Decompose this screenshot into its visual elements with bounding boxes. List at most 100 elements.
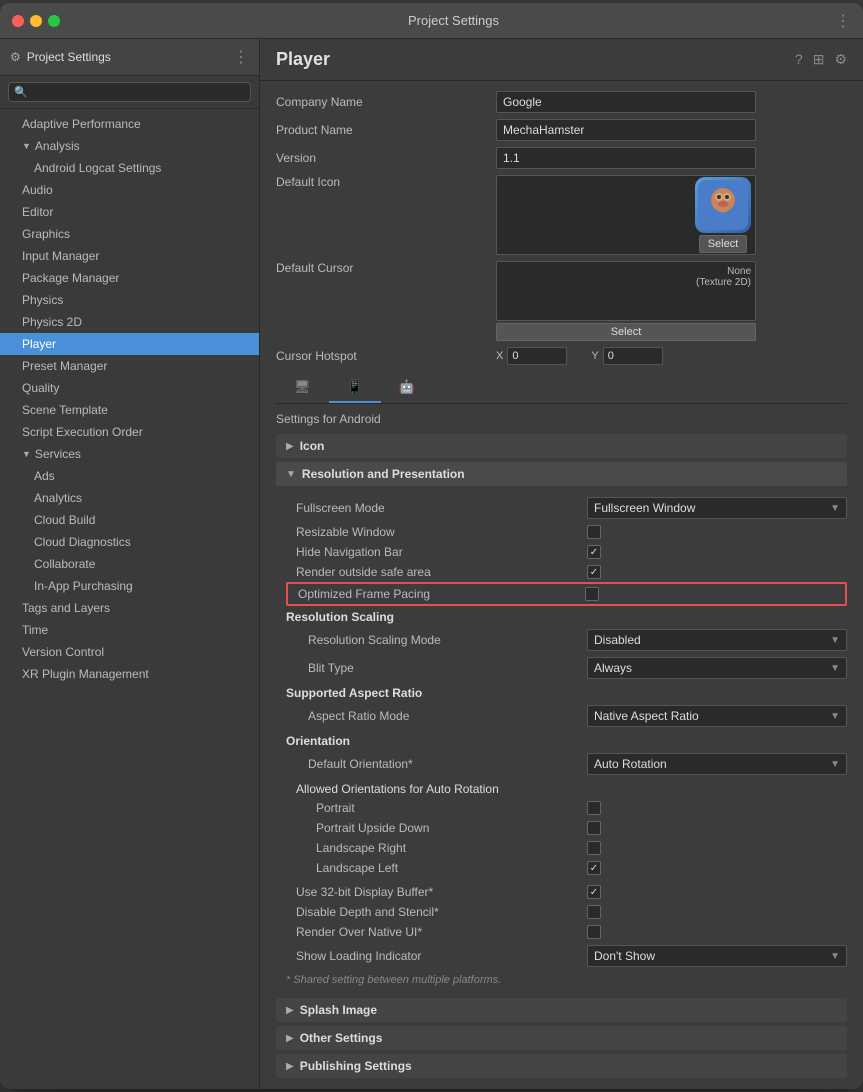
optimized-frame-pacing-label: Optimized Frame Pacing (288, 587, 585, 601)
sidebar-item-analysis[interactable]: ▼ Analysis (0, 135, 259, 157)
sidebar-item-input-manager[interactable]: Input Manager (0, 245, 259, 267)
dropdown-arrow: ▼ (830, 951, 840, 962)
landscape-left-label: Landscape Left (286, 861, 587, 875)
disable-depth-checkbox[interactable] (587, 905, 601, 919)
landscape-right-checkbox[interactable] (587, 841, 601, 855)
aspect-ratio-mode-dropdown[interactable]: Native Aspect Ratio ▼ (587, 705, 847, 727)
sidebar-item-version-control[interactable]: Version Control (0, 641, 259, 663)
publishing-settings-title: Publishing Settings (300, 1059, 412, 1073)
hide-nav-bar-checkbox[interactable] (587, 545, 601, 559)
sidebar-label: Adaptive Performance (22, 117, 141, 131)
sidebar-label: Script Execution Order (22, 425, 143, 439)
sidebar-item-scene-template[interactable]: Scene Template (0, 399, 259, 421)
sidebar-item-preset-manager[interactable]: Preset Manager (0, 355, 259, 377)
show-loading-dropdown[interactable]: Don't Show ▼ (587, 945, 847, 967)
window-menu[interactable]: ⋮ (835, 11, 851, 31)
landscape-left-checkbox[interactable] (587, 861, 601, 875)
product-name-row: Product Name (276, 119, 847, 141)
resolution-scaling-mode-dropdown[interactable]: Disabled ▼ (587, 629, 847, 651)
sidebar-item-graphics[interactable]: Graphics (0, 223, 259, 245)
sidebar-label: Player (22, 337, 56, 351)
publishing-settings-section-header[interactable]: ▶ Publishing Settings (276, 1054, 847, 1078)
render-over-native-checkbox[interactable] (587, 925, 601, 939)
sidebar-label: Package Manager (22, 271, 119, 285)
main-panel: Player ? ⊞ ⚙ Company Name Product Name (260, 39, 863, 1089)
splash-image-section-header[interactable]: ▶ Splash Image (276, 998, 847, 1022)
sidebar-menu-icon[interactable]: ⋮ (233, 47, 249, 67)
sidebar-item-physics-2d[interactable]: Physics 2D (0, 311, 259, 333)
icon-section-arrow: ▶ (286, 441, 294, 452)
sidebar-item-android-logcat[interactable]: Android Logcat Settings (0, 157, 259, 179)
help-icon[interactable]: ? (795, 51, 803, 68)
resizable-window-checkbox[interactable] (587, 525, 601, 539)
sidebar-item-xr-plugin-management[interactable]: XR Plugin Management (0, 663, 259, 685)
sidebar-item-player[interactable]: Player (0, 333, 259, 355)
sidebar-item-editor[interactable]: Editor (0, 201, 259, 223)
sidebar-label: Time (22, 623, 48, 637)
resolution-section-arrow: ▼ (286, 469, 296, 480)
optimized-frame-pacing-checkbox[interactable] (585, 587, 599, 601)
sidebar-label: Scene Template (22, 403, 108, 417)
sidebar-item-tags-and-layers[interactable]: Tags and Layers (0, 597, 259, 619)
search-input[interactable] (8, 82, 251, 102)
blit-type-dropdown[interactable]: Always ▼ (587, 657, 847, 679)
hotspot-y-field: Y (591, 347, 662, 365)
expand-arrow: ▼ (22, 449, 31, 459)
tab-desktop[interactable]: 🖥 (276, 373, 329, 403)
sidebar-label: Analysis (35, 139, 80, 153)
layout-icon[interactable]: ⊞ (813, 51, 825, 68)
render-outside-safe-row: Render outside safe area (286, 562, 847, 582)
dropdown-arrow: ▼ (830, 503, 840, 514)
fullscreen-mode-dropdown[interactable]: Fullscreen Window ▼ (587, 497, 847, 519)
sidebar-item-physics[interactable]: Physics (0, 289, 259, 311)
minimize-button[interactable] (30, 15, 42, 27)
sidebar-label: Services (35, 447, 81, 461)
hotspot-y-input[interactable] (603, 347, 663, 365)
icon-section-header[interactable]: ▶ Icon (276, 434, 847, 458)
settings-icon[interactable]: ⚙ (834, 51, 847, 68)
sidebar-item-package-manager[interactable]: Package Manager (0, 267, 259, 289)
hotspot-x-input[interactable] (507, 347, 567, 365)
resizable-window-label: Resizable Window (286, 525, 587, 539)
portrait-checkbox[interactable] (587, 801, 601, 815)
render-outside-safe-checkbox[interactable] (587, 565, 601, 579)
sidebar-item-time[interactable]: Time (0, 619, 259, 641)
disable-depth-row: Disable Depth and Stencil* (286, 902, 847, 922)
resolution-section-header[interactable]: ▼ Resolution and Presentation (276, 462, 847, 486)
sidebar-item-collaborate[interactable]: Collaborate (0, 553, 259, 575)
maximize-button[interactable] (48, 15, 60, 27)
landscape-right-value (587, 841, 847, 855)
sidebar-item-in-app-purchasing[interactable]: In-App Purchasing (0, 575, 259, 597)
company-name-input[interactable] (496, 91, 756, 113)
cursor-hotspot-row: Cursor Hotspot X Y (276, 347, 847, 365)
other-settings-section-header[interactable]: ▶ Other Settings (276, 1026, 847, 1050)
hotspot-y-label: Y (591, 350, 598, 362)
tab-mobile[interactable]: 📱 (329, 373, 381, 403)
sidebar-item-ads[interactable]: Ads (0, 465, 259, 487)
default-orientation-dropdown[interactable]: Auto Rotation ▼ (587, 753, 847, 775)
app-window: Project Settings ⋮ ⚙ Project Settings ⋮ … (0, 3, 863, 1089)
desktop-icon: 🖥 (294, 379, 311, 395)
sidebar-item-audio[interactable]: Audio (0, 179, 259, 201)
use-32bit-checkbox[interactable] (587, 885, 601, 899)
portrait-upside-down-checkbox[interactable] (587, 821, 601, 835)
sidebar-item-script-execution-order[interactable]: Script Execution Order (0, 421, 259, 443)
sidebar-item-services[interactable]: ▼ Services (0, 443, 259, 465)
sidebar-item-cloud-build[interactable]: Cloud Build (0, 509, 259, 531)
cursor-select-button[interactable]: Select (496, 323, 756, 341)
sidebar-item-quality[interactable]: Quality (0, 377, 259, 399)
sidebar-item-analytics[interactable]: Analytics (0, 487, 259, 509)
sidebar-item-adaptive-performance[interactable]: Adaptive Performance (0, 113, 259, 135)
version-input[interactable] (496, 147, 756, 169)
portrait-label: Portrait (286, 801, 587, 815)
sidebar-label: Input Manager (22, 249, 99, 263)
product-name-input[interactable] (496, 119, 756, 141)
hide-nav-bar-value (587, 545, 847, 559)
sidebar-item-cloud-diagnostics[interactable]: Cloud Diagnostics (0, 531, 259, 553)
close-button[interactable] (12, 15, 24, 27)
tab-android[interactable]: 🤖 (381, 373, 433, 403)
sidebar-header: ⚙ Project Settings ⋮ (0, 39, 259, 76)
icon-select-button[interactable]: Select (699, 235, 748, 253)
cursor-none-label: None (727, 266, 751, 277)
blit-type-value: Always ▼ (587, 657, 847, 679)
